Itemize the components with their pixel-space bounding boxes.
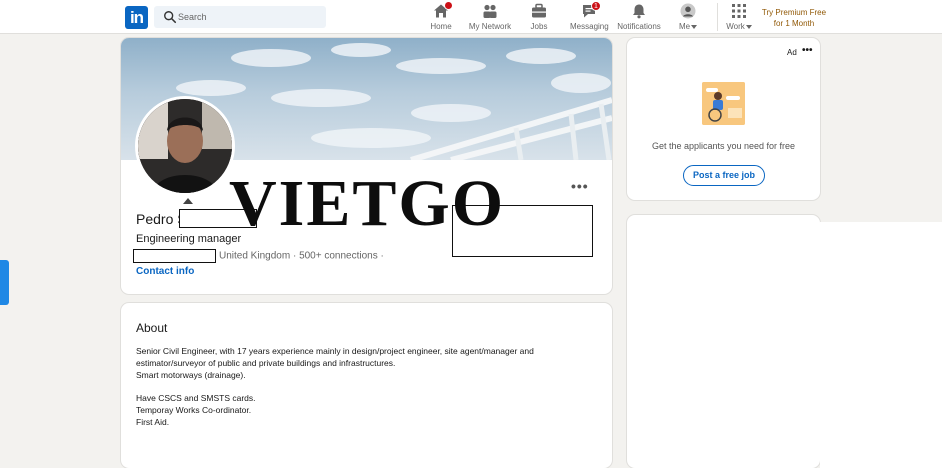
sidebar-card <box>627 215 820 468</box>
linkedin-logo[interactable]: in <box>125 6 148 29</box>
ad-options-button[interactable]: ••• <box>802 45 813 56</box>
contact-info-link[interactable]: Contact info <box>136 266 194 277</box>
nav-item-jobs[interactable]: Jobs <box>527 3 551 33</box>
hiring-illustration <box>702 82 745 125</box>
ad-illustration <box>702 82 745 125</box>
message-count-badge: 1 <box>591 1 601 11</box>
home-icon <box>433 1 453 19</box>
about-line: First Aid. <box>136 416 170 427</box>
nav-item-label: Messaging <box>570 22 609 31</box>
network-icon <box>482 3 498 19</box>
search-input[interactable] <box>178 9 318 25</box>
side-feedback-tab[interactable] <box>0 260 9 305</box>
chevron-down-icon <box>691 24 698 29</box>
work-label: Work <box>726 22 745 31</box>
grid-icon <box>731 3 747 19</box>
premium-line-2: for 1 Month <box>773 19 815 28</box>
briefcase-icon <box>531 3 547 19</box>
profile-photo[interactable] <box>135 96 235 196</box>
messaging-icon: 1 <box>581 1 601 19</box>
me-label: Me <box>678 22 691 31</box>
nav-item-label: Jobs <box>530 22 548 31</box>
notification-dot <box>444 1 453 10</box>
search-box[interactable] <box>154 6 326 28</box>
about-line: estimator/surveyor of public and private… <box>136 357 396 368</box>
top-nav-bar: in Home My Network Jobs 1 Messaging <box>0 0 942 34</box>
separator: · <box>380 250 384 262</box>
post-free-job-button[interactable]: Post a free job <box>683 165 765 186</box>
nav-item-label: Work <box>724 22 754 31</box>
more-options-button[interactable]: ••• <box>571 178 589 194</box>
person-photo-illustration <box>138 99 232 193</box>
caret-up-icon <box>183 198 193 204</box>
search-icon <box>164 11 177 24</box>
try-premium-link[interactable]: Try Premium Free for 1 Month <box>760 7 828 29</box>
about-line: Smart motorways (drainage). <box>136 369 246 380</box>
separator: · <box>292 250 297 262</box>
vietgo-watermark: VIETGO <box>229 167 506 240</box>
avatar-icon <box>680 3 696 19</box>
about-line: Have CSCS and SMSTS cards. <box>136 393 256 404</box>
chevron-down-icon <box>745 24 752 29</box>
nav-item-me[interactable]: Me <box>676 3 700 33</box>
nav-item-home[interactable]: Home <box>427 1 455 33</box>
about-card: About Senior Civil Engineer, with 17 yea… <box>121 303 612 468</box>
profile-location: United Kingdom <box>219 250 291 262</box>
connections-link[interactable]: 500+ connections <box>299 251 378 262</box>
nav-item-work[interactable]: Work <box>724 3 754 33</box>
profile-card: ••• Pedro S Engineering manager United K… <box>121 38 612 294</box>
nav-item-my-network[interactable]: My Network <box>468 3 512 33</box>
premium-line-1: Try Premium Free <box>761 8 827 17</box>
nav-divider <box>717 3 718 31</box>
about-line: Senior Civil Engineer, with 17 years exp… <box>136 346 534 356</box>
about-text: Senior Civil Engineer, with 17 years exp… <box>136 346 596 429</box>
about-line <box>136 381 596 393</box>
about-line: Temporay Works Co-ordinator. <box>136 404 252 415</box>
ad-label: Ad <box>787 48 797 57</box>
ad-card: Ad ••• Get the applicants you need for f… <box>627 38 820 200</box>
nav-item-label: Me <box>676 22 700 31</box>
about-title: About <box>136 321 168 335</box>
nav-item-notifications[interactable]: Notifications <box>616 3 662 33</box>
overlay-panel <box>820 222 942 468</box>
ad-text: Get the applicants you need for free <box>651 141 796 151</box>
location-row: United Kingdom · 500+ connections · <box>133 249 384 263</box>
nav-item-label: Notifications <box>617 22 661 31</box>
bell-icon <box>631 3 647 19</box>
redaction-box <box>133 249 216 263</box>
nav-item-label: My Network <box>468 22 512 31</box>
nav-item-messaging[interactable]: 1 Messaging <box>570 1 609 33</box>
profile-headline: Engineering manager <box>136 233 242 245</box>
nav-item-label: Home <box>430 22 452 31</box>
